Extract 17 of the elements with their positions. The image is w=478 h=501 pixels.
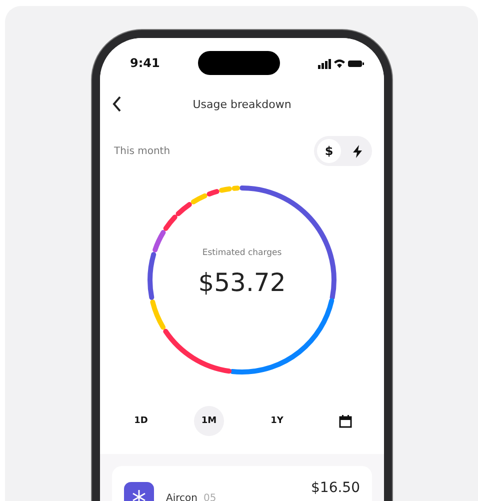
lightning-icon	[352, 144, 362, 158]
status-time: 9:41	[130, 56, 160, 70]
summary-amount: $53.72	[198, 268, 286, 296]
calendar-icon	[338, 414, 352, 428]
item-name: Aircon	[166, 493, 198, 501]
usage-card[interactable]: Aircon 05 $16.50	[112, 466, 372, 501]
status-icons	[318, 58, 364, 68]
screen-title: Usage breakdown	[192, 98, 292, 110]
period-label: This month	[114, 146, 170, 156]
back-icon[interactable]	[112, 96, 122, 112]
range-tab[interactable]: 1D	[126, 406, 156, 436]
summary-caption: Estimated charges	[202, 248, 282, 258]
currency-option[interactable]: $	[317, 139, 341, 163]
item-amount: $16.50	[311, 480, 360, 496]
item-count: 05	[203, 493, 216, 501]
range-tab[interactable]: 1M	[194, 406, 224, 436]
range-tab[interactable]: 1Y	[262, 406, 292, 436]
